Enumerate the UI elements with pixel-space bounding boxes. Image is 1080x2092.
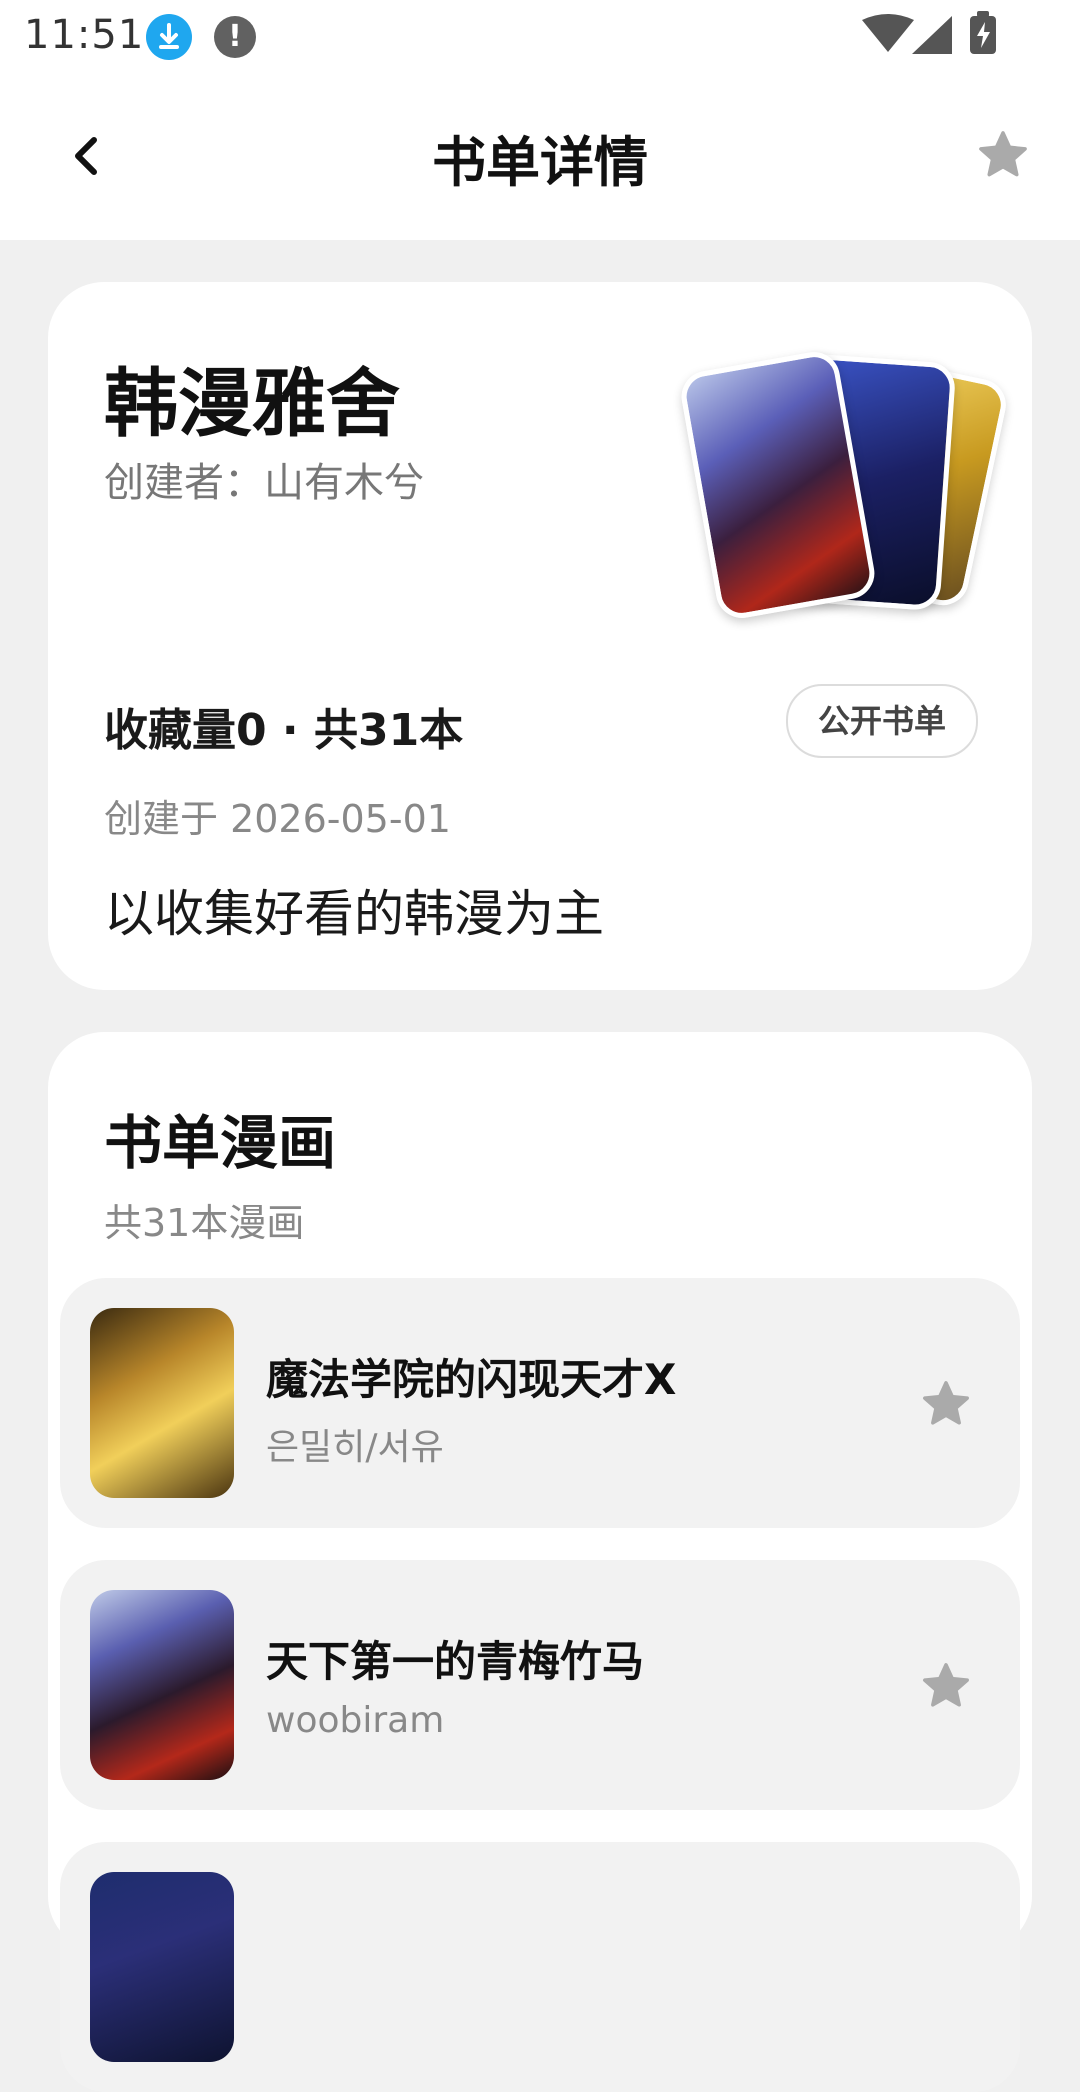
- star-icon: [923, 1381, 969, 1425]
- battery-charging-icon: [970, 11, 996, 54]
- booklist-stats: 收藏量0 · 共31本: [104, 705, 464, 756]
- page-title: 书单详情: [432, 131, 648, 194]
- comic-title: 天下第一的青梅竹马: [266, 1637, 645, 1686]
- booklist-created-date: 创建于 2026-05-01: [104, 797, 451, 841]
- list-item[interactable]: 魔法学院的闪现天才X 은밀히/서유: [60, 1278, 1020, 1528]
- signal-icon: [912, 16, 952, 54]
- comic-author: woobiram: [266, 1700, 445, 1741]
- list-item[interactable]: [60, 1842, 1020, 2092]
- star-icon: [979, 131, 1027, 177]
- booklist-creator: 创建者：山有木兮: [104, 460, 424, 506]
- comic-title: 魔法学院的闪现天才X: [266, 1355, 677, 1404]
- booklist-info-card: 韩漫雅舍 创建者：山有木兮 收藏量0 · 共31本 公开书单 创建于 2026-…: [48, 282, 1032, 990]
- favorite-button[interactable]: [976, 128, 1030, 182]
- booklist-description: 以收集好看的韩漫为主: [104, 885, 604, 943]
- status-bar: 11:51 !: [0, 0, 1080, 72]
- comic-cover: [90, 1590, 234, 1780]
- comic-count: 共31本漫画: [104, 1201, 305, 1245]
- comic-cover: [90, 1872, 234, 2062]
- list-item[interactable]: 天下第一的青梅竹马 woobiram: [60, 1560, 1020, 1810]
- booklist-comics-card: 书单漫画 共31本漫画 魔法学院的闪现天才X 은밀히/서유 天下第一的青梅竹马 …: [48, 1032, 1032, 2092]
- app-bar: 书单详情: [0, 72, 1080, 240]
- favorite-comic-button[interactable]: [920, 1378, 972, 1430]
- star-icon: [923, 1663, 969, 1707]
- booklist-name: 韩漫雅舍: [104, 361, 400, 447]
- favorite-comic-button[interactable]: [920, 1660, 972, 1712]
- booklist-cover-stack: [658, 348, 1018, 622]
- section-title: 书单漫画: [104, 1109, 337, 1177]
- public-booklist-button[interactable]: 公开书单: [786, 684, 978, 758]
- wifi-icon: [862, 14, 914, 52]
- comic-author: 은밀히/서유: [266, 1427, 444, 1468]
- comic-cover: [90, 1308, 234, 1498]
